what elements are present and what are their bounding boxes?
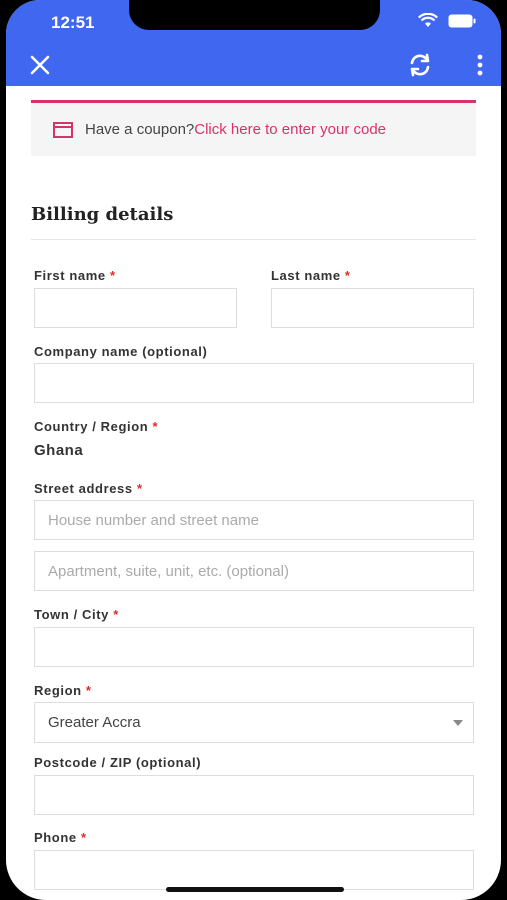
required-marker: * [80, 830, 87, 845]
postcode-input[interactable] [34, 775, 474, 815]
battery-icon [448, 14, 476, 27]
region-label: Region * [34, 683, 92, 698]
coupon-text: Have a coupon?Click here to enter your c… [85, 121, 386, 138]
coupon-prompt: Have a coupon? [85, 121, 195, 138]
status-icons [418, 13, 476, 28]
country-value: Ghana [34, 442, 84, 459]
phone-input[interactable] [34, 850, 474, 890]
required-marker: * [113, 607, 119, 622]
last-name-label-text: Last name [271, 268, 341, 283]
region-select[interactable]: Greater Accra [34, 702, 474, 743]
status-bar: 12:51 [6, 0, 501, 44]
billing-heading: Billing details [31, 204, 174, 225]
close-icon[interactable] [28, 53, 52, 77]
required-marker: * [109, 268, 116, 283]
notch [129, 0, 380, 30]
status-time: 12:51 [51, 13, 95, 32]
country-label-text: Country / Region [34, 419, 149, 434]
phone-label: Phone * [34, 830, 87, 845]
more-vert-icon[interactable] [476, 53, 484, 77]
company-input[interactable] [34, 363, 474, 403]
refresh-icon[interactable] [407, 52, 433, 78]
required-marker: * [344, 268, 351, 283]
postcode-label: Postcode / ZIP (optional) [34, 755, 202, 770]
coupon-link[interactable]: Click here to enter your code [194, 121, 386, 138]
calendar-icon [53, 121, 73, 138]
required-marker: * [152, 419, 159, 434]
region-selected-value: Greater Accra [48, 714, 141, 731]
first-name-input[interactable] [34, 288, 237, 328]
street-label: Street address * [34, 481, 143, 496]
coupon-banner: Have a coupon?Click here to enter your c… [31, 100, 476, 156]
street-address-input[interactable]: House number and street name [34, 500, 474, 540]
first-name-label-text: First name [34, 268, 106, 283]
home-indicator [166, 887, 344, 892]
wifi-icon [418, 13, 438, 27]
dropdown-caret-icon [453, 720, 463, 726]
apartment-input[interactable]: Apartment, suite, unit, etc. (optional) [34, 551, 474, 591]
town-label-text: Town / City [34, 607, 109, 622]
country-label: Country / Region * [34, 419, 158, 434]
checkout-content: Have a coupon?Click here to enter your c… [6, 86, 501, 900]
phone-screen: 12:51 Have a coupon?Click here to enter … [6, 0, 501, 900]
town-label: Town / City * [34, 607, 119, 622]
street-label-text: Street address [34, 481, 133, 496]
last-name-input[interactable] [271, 288, 474, 328]
phone-label-text: Phone [34, 830, 77, 845]
first-name-label: First name * [34, 268, 116, 283]
region-label-text: Region [34, 683, 82, 698]
company-label: Company name (optional) [34, 344, 208, 359]
town-input[interactable] [34, 627, 474, 667]
required-marker: * [85, 683, 92, 698]
required-marker: * [136, 481, 143, 496]
divider [31, 239, 476, 240]
last-name-label: Last name * [271, 268, 351, 283]
app-bar [6, 44, 501, 86]
